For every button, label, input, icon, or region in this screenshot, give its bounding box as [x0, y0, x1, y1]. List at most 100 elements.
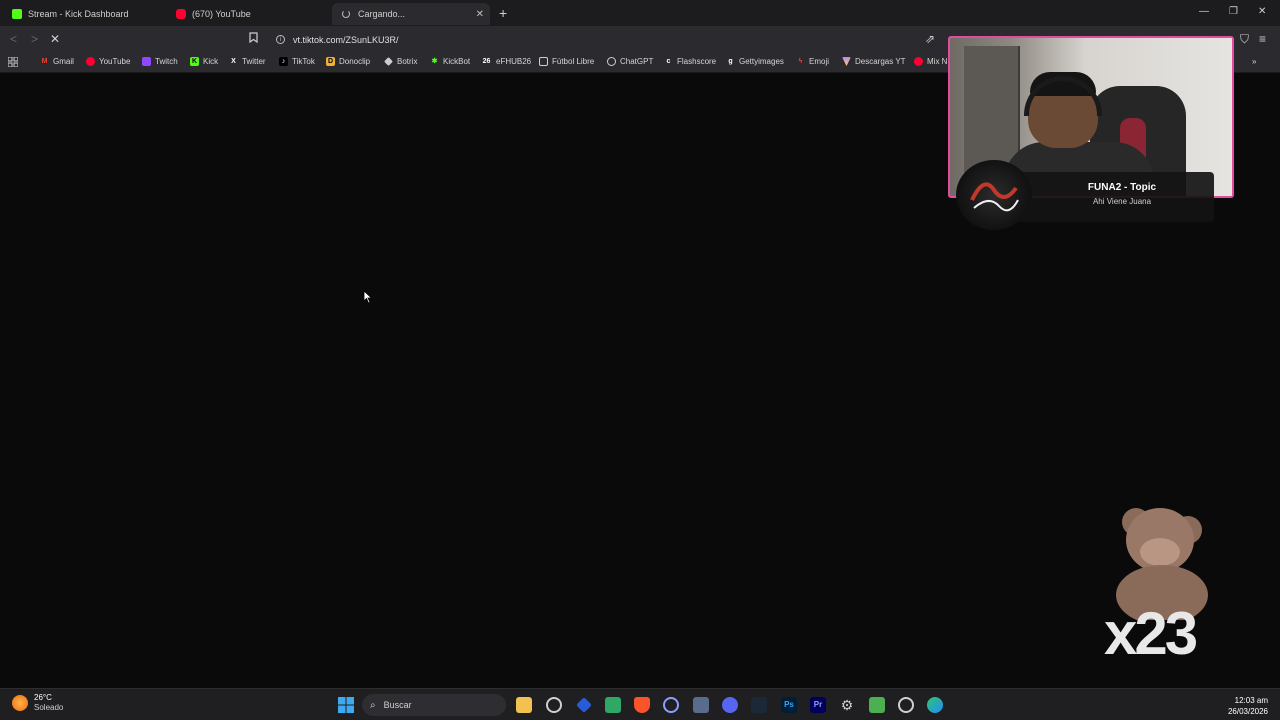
mouse-cursor-icon: [363, 290, 373, 309]
flashscore-icon: c: [666, 58, 671, 65]
bookmark-label: Descargas YT: [855, 57, 906, 66]
bookmark-mix[interactable]: Mix N: [914, 57, 947, 66]
media-player-icon[interactable]: [663, 697, 679, 713]
descargas-icon: [842, 57, 851, 66]
kick-icon: [12, 9, 22, 19]
tab-strip: Stream - Kick Dashboard (670) YouTube Ca…: [0, 0, 1280, 26]
bookmark-kick[interactable]: K Kick: [190, 57, 218, 66]
bookmark-label: Donoclip: [339, 57, 371, 66]
x-icon: X: [231, 58, 236, 65]
bookmark-kickbot[interactable]: ✱ KickBot: [430, 57, 471, 66]
back-icon[interactable]: <: [10, 32, 17, 46]
close-window-icon[interactable]: ✕: [1258, 6, 1266, 17]
bookmark-descargas-yt[interactable]: Descargas YT: [842, 57, 906, 66]
bookmark-twitter[interactable]: X Twitter: [229, 57, 266, 66]
bookmark-label: Gmail: [53, 57, 74, 66]
menu-icon[interactable]: ≡: [1259, 32, 1266, 46]
clock-date: 26/03/2026: [1227, 707, 1268, 716]
tab-label: (670) YouTube: [192, 9, 251, 19]
counter-label: x23: [1104, 600, 1198, 667]
bookmark-efhub26[interactable]: 26 eFHUB26: [481, 57, 532, 66]
sun-icon: [12, 695, 28, 711]
bookmark-gettyimages[interactable]: g Gettyimages: [726, 57, 784, 66]
address-bar[interactable]: i vt.tiktok.com/ZSunLKU3R/: [268, 29, 948, 50]
now-playing-widget: FUNA2 - Topic Ahi Viene Juana: [954, 160, 1234, 230]
windows-start-icon[interactable]: [338, 697, 354, 713]
chatgpt-icon: [607, 57, 616, 66]
bookmark-donoclip[interactable]: D Donoclip: [326, 57, 370, 66]
new-tab-button[interactable]: +: [499, 5, 507, 21]
bookmark-label: eFHUB26: [496, 57, 532, 66]
taskbar: 26°C Soleado ⌕ Buscar Ps Pr ⚙ 12:03 am 2…: [0, 688, 1280, 720]
chatgpt-app-icon[interactable]: [546, 697, 562, 713]
calculator-icon[interactable]: [693, 697, 709, 713]
share-icon[interactable]: ⇗: [925, 32, 935, 46]
close-tab-icon[interactable]: ✕: [476, 9, 484, 20]
twitch-icon: [142, 57, 151, 66]
url-text: vt.tiktok.com/ZSunLKU3R/: [293, 34, 399, 45]
album-art: [956, 160, 1032, 230]
file-explorer-icon[interactable]: [516, 697, 532, 713]
bookmark-label: Emoji: [809, 57, 830, 66]
steam-icon[interactable]: [751, 697, 767, 713]
bookmark-futbol-libre[interactable]: Fútbol Libre: [539, 57, 594, 66]
bookmark-chatgpt[interactable]: ChatGPT: [607, 57, 653, 66]
app-icon[interactable]: [605, 697, 621, 713]
donoclip-icon: D: [326, 57, 335, 66]
tiktok-icon: ♪: [279, 57, 288, 66]
restore-icon[interactable]: ❐: [1229, 6, 1238, 17]
bookmark-label: Gettyimages: [739, 57, 784, 66]
edge-browser-icon[interactable]: [927, 697, 943, 713]
bookmark-label: Twitter: [242, 57, 266, 66]
tab-loading[interactable]: Cargando... ✕: [332, 3, 490, 25]
discord-icon[interactable]: [722, 697, 738, 713]
play-icon[interactable]: [898, 697, 914, 713]
tab-kick-dashboard[interactable]: Stream - Kick Dashboard: [12, 3, 129, 25]
bookmark-label: ChatGPT: [620, 57, 654, 66]
bookmark-twitch[interactable]: Twitch: [142, 57, 178, 66]
bookmark-label: TikTok: [292, 57, 315, 66]
youtube-icon: [914, 57, 923, 66]
system-clock[interactable]: 12:03 am 26/03/2026: [1228, 695, 1268, 717]
tab-youtube[interactable]: (670) YouTube: [176, 3, 251, 25]
bookmark-youtube[interactable]: YouTube: [86, 57, 130, 66]
notepad-icon[interactable]: [869, 697, 885, 713]
kickbot-icon: ✱: [431, 58, 438, 65]
tab-label: Stream - Kick Dashboard: [28, 9, 129, 19]
gmail-icon: M: [41, 58, 48, 65]
bookmark-label: Kick: [203, 57, 219, 66]
apps-grid-icon[interactable]: [8, 57, 18, 67]
futbol-icon: [539, 57, 548, 66]
bookmark-flashscore[interactable]: c Flashscore: [664, 57, 717, 66]
song-artist: Ahi Viene Juana: [1092, 197, 1152, 206]
bookmark-icon[interactable]: [249, 32, 258, 46]
getty-icon: g: [728, 58, 733, 65]
site-info-icon[interactable]: i: [276, 35, 285, 44]
emoji-icon: ϟ: [798, 58, 803, 65]
botrix-icon: [384, 57, 393, 66]
weather-widget[interactable]: 26°C Soleado: [12, 693, 63, 713]
kick-icon: K: [190, 57, 199, 66]
more-bookmarks-icon[interactable]: »: [1252, 57, 1256, 66]
bookmark-emoji[interactable]: ϟ Emoji: [796, 57, 829, 66]
bookmark-label: Fútbol Libre: [552, 57, 595, 66]
bookmark-gmail[interactable]: M Gmail: [40, 57, 74, 66]
efhub-icon: 26: [482, 58, 491, 65]
minimize-icon[interactable]: —: [1199, 6, 1209, 17]
youtube-icon: [86, 57, 95, 66]
shield-icon[interactable]: ⛉: [1240, 32, 1249, 47]
forward-icon[interactable]: >: [31, 32, 38, 46]
bookmark-botrix[interactable]: Botrix: [384, 57, 417, 66]
premiere-icon[interactable]: Pr: [810, 697, 826, 713]
settings-gear-icon[interactable]: ⚙: [839, 697, 855, 713]
song-title: FUNA2 - Topic: [1087, 182, 1157, 193]
bookmark-tiktok[interactable]: ♪ TikTok: [279, 57, 315, 66]
loading-spinner-icon: [342, 10, 350, 18]
brave-browser-icon[interactable]: [634, 697, 650, 713]
bookmark-label: Botrix: [397, 57, 418, 66]
stop-loading-icon[interactable]: ✕: [50, 32, 60, 46]
search-placeholder: Buscar: [383, 700, 412, 710]
app-icon[interactable]: [576, 697, 592, 713]
photoshop-icon[interactable]: Ps: [781, 697, 797, 713]
taskbar-search[interactable]: ⌕ Buscar: [362, 694, 506, 716]
